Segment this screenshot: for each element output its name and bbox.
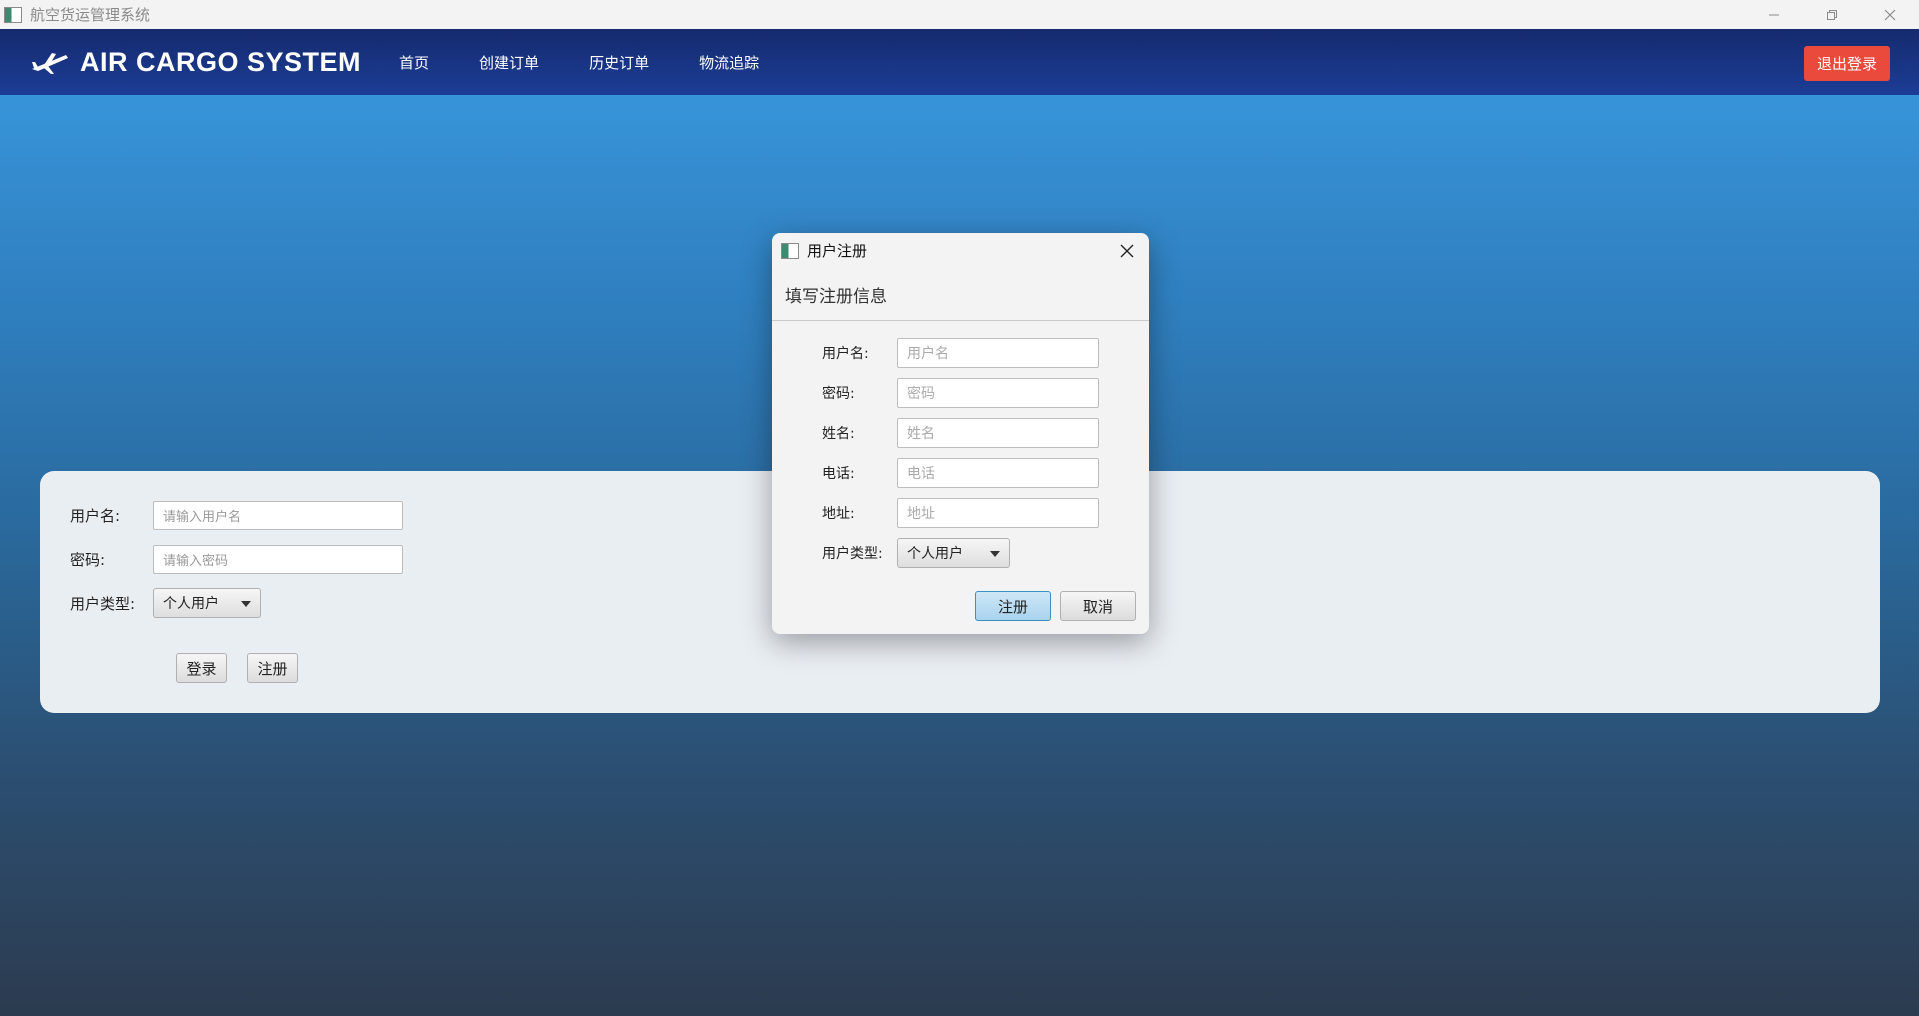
chevron-down-icon — [990, 551, 1000, 557]
brand-title: AIR CARGO SYSTEM — [80, 46, 362, 77]
dialog-name-input[interactable]: 姓名 — [897, 418, 1099, 448]
minimize-icon[interactable] — [1745, 0, 1803, 29]
window-title: 航空货运管理系统 — [30, 6, 151, 24]
close-icon[interactable] — [1861, 0, 1919, 29]
dialog-close-icon[interactable] — [1117, 241, 1137, 261]
dialog-app-icon — [781, 242, 799, 259]
dialog-username-input[interactable]: 用户名 — [897, 338, 1099, 368]
nav-home[interactable]: 首页 — [399, 52, 429, 73]
brand: AIR CARGO SYSTEM — [30, 47, 361, 78]
app-area: AIR CARGO SYSTEM 首页 创建订单 历史订单 物流追踪 退出登录 … — [0, 29, 1919, 1016]
dialog-phone-input[interactable]: 电话 — [897, 458, 1099, 488]
password-input[interactable]: 请输入密码 — [153, 545, 403, 574]
nav-create-order[interactable]: 创建订单 — [479, 52, 539, 73]
chevron-down-icon — [241, 601, 251, 607]
login-username-row: 用户名: 请输入用户名 — [70, 501, 403, 530]
username-input[interactable]: 请输入用户名 — [153, 501, 403, 530]
dialog-password-input[interactable]: 密码 — [897, 378, 1099, 408]
nav-order-history[interactable]: 历史订单 — [589, 52, 649, 73]
dialog-usertype-label: 用户类型: — [822, 546, 883, 562]
dialog-row-phone: 电话: 电话 — [822, 458, 1099, 488]
dialog-register-button[interactable]: 注册 — [975, 591, 1051, 621]
dialog-username-label: 用户名: — [822, 346, 869, 362]
dialog-usertype-value: 个人用户 — [907, 546, 963, 562]
dialog-row-name: 姓名: 姓名 — [822, 418, 1099, 448]
dialog-title: 用户注册 — [807, 242, 868, 260]
login-usertype-row: 用户类型: 个人用户 — [70, 588, 261, 618]
usertype-select-value: 个人用户 — [163, 596, 219, 612]
usertype-select[interactable]: 个人用户 — [153, 588, 261, 618]
dialog-titlebar: 用户注册 — [772, 233, 1149, 268]
dialog-phone-label: 电话: — [822, 466, 855, 482]
dialog-row-address: 地址: 地址 — [822, 498, 1099, 528]
dialog-password-label: 密码: — [822, 386, 855, 402]
dialog-row-usertype: 用户类型: 个人用户 — [822, 538, 1010, 568]
dialog-name-label: 姓名: — [822, 426, 855, 442]
username-label: 用户名: — [70, 507, 121, 525]
os-titlebar: 航空货运管理系统 — [0, 0, 1919, 29]
dialog-usertype-select[interactable]: 个人用户 — [897, 538, 1010, 568]
dialog-row-password: 密码: 密码 — [822, 378, 1099, 408]
dialog-address-label: 地址: — [822, 506, 855, 522]
register-dialog: 用户注册 填写注册信息 用户名: 用户名 密码: 密码 姓名: 姓名 电话: 电… — [772, 233, 1149, 634]
dialog-row-username: 用户名: 用户名 — [822, 338, 1099, 368]
dialog-cancel-button[interactable]: 取消 — [1060, 591, 1136, 621]
nav-links: 首页 创建订单 历史订单 物流追踪 — [399, 52, 809, 73]
login-password-row: 密码: 请输入密码 — [70, 545, 403, 574]
dialog-header: 填写注册信息 — [772, 268, 1149, 321]
logout-button[interactable]: 退出登录 — [1804, 46, 1890, 81]
airplane-icon — [32, 53, 68, 74]
login-button[interactable]: 登录 — [176, 653, 227, 683]
register-button[interactable]: 注册 — [247, 653, 298, 683]
dialog-address-input[interactable]: 地址 — [897, 498, 1099, 528]
app-icon — [4, 6, 22, 23]
password-label: 密码: — [70, 551, 106, 569]
usertype-label: 用户类型: — [70, 594, 136, 613]
window-controls — [1745, 0, 1919, 29]
navbar: AIR CARGO SYSTEM 首页 创建订单 历史订单 物流追踪 退出登录 — [0, 29, 1919, 95]
nav-logistics-tracking[interactable]: 物流追踪 — [699, 52, 759, 73]
restore-icon[interactable] — [1803, 0, 1861, 29]
